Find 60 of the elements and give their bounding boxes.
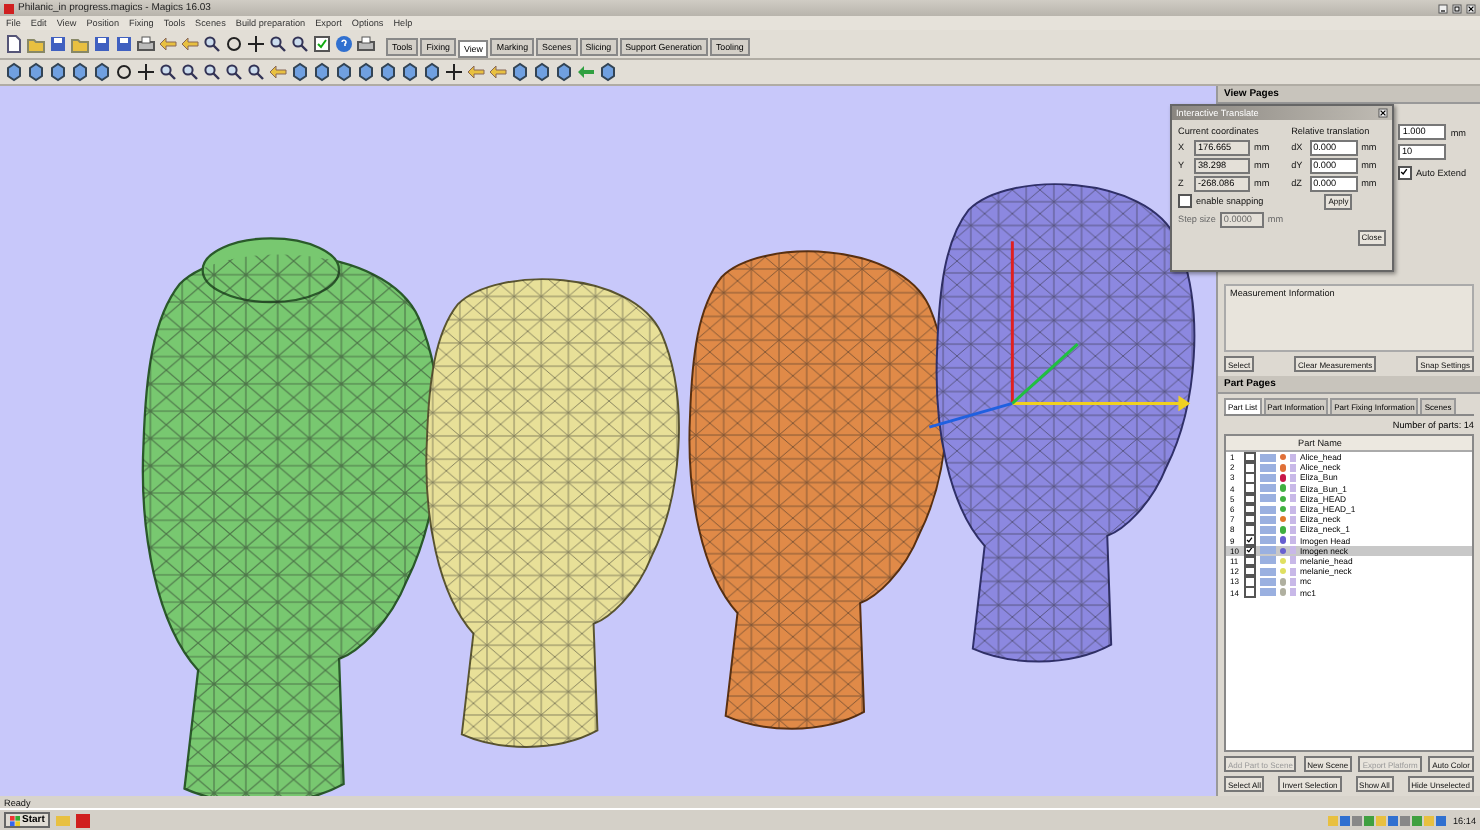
restore-icon[interactable] [1452, 3, 1462, 13]
app-icon [4, 3, 14, 13]
color-dot[interactable] [1279, 484, 1286, 492]
color-dot[interactable] [1279, 474, 1286, 482]
move-icon[interactable] [444, 62, 464, 82]
magnifier-icon[interactable] [202, 62, 222, 82]
magnifier-icon[interactable] [224, 62, 244, 82]
minimize-icon[interactable] [1438, 3, 1448, 13]
document-icon[interactable] [4, 34, 24, 54]
checkbox[interactable] [1244, 565, 1255, 577]
magnifier-icon[interactable] [246, 62, 266, 82]
folder-icon[interactable] [70, 34, 90, 54]
color-dot[interactable] [1279, 536, 1286, 544]
color-dot[interactable] [1279, 578, 1286, 586]
flag-icon [10, 815, 20, 825]
checklist-icon[interactable] [312, 34, 332, 54]
checkbox[interactable] [1178, 194, 1192, 208]
color-dot[interactable] [1279, 453, 1286, 461]
checkbox[interactable] [1244, 534, 1255, 546]
checkbox[interactable] [1397, 165, 1412, 179]
color-dot[interactable] [1279, 515, 1286, 523]
color-dot[interactable] [1279, 588, 1286, 596]
checkbox[interactable] [1244, 493, 1255, 505]
printer-icon[interactable] [136, 34, 156, 54]
save-icon[interactable] [48, 34, 68, 54]
color-dot[interactable] [1279, 495, 1286, 503]
checkbox[interactable] [1244, 451, 1255, 463]
checkbox[interactable] [1244, 513, 1255, 525]
save-icon[interactable] [92, 34, 112, 54]
checkbox[interactable] [1244, 545, 1255, 557]
checkbox[interactable] [1244, 472, 1255, 484]
color-dot[interactable] [1279, 547, 1286, 555]
close-icon[interactable] [1466, 3, 1476, 13]
checkbox[interactable] [1244, 576, 1255, 588]
color-dot[interactable] [1279, 464, 1286, 472]
move-icon[interactable] [136, 62, 156, 82]
color-dot[interactable] [1279, 567, 1286, 575]
magnifier-icon[interactable] [268, 34, 288, 54]
checkbox[interactable] [1244, 462, 1255, 474]
axis-gizmo-drawing[interactable] [928, 241, 1191, 429]
color-dot[interactable] [1279, 557, 1286, 565]
magnifier-icon[interactable] [158, 62, 178, 82]
arrow-icon[interactable] [268, 62, 288, 82]
magnifier-icon[interactable] [290, 34, 310, 54]
move-icon[interactable] [246, 34, 266, 54]
tray-icons[interactable] [1327, 813, 1447, 827]
magnifier-icon[interactable] [180, 62, 200, 82]
checkbox[interactable] [1244, 482, 1255, 494]
checkbox[interactable] [1244, 555, 1255, 567]
checkbox[interactable] [1244, 524, 1255, 536]
checkbox[interactable] [1244, 586, 1255, 598]
close-icon[interactable] [1378, 108, 1388, 118]
help-icon[interactable] [334, 34, 354, 54]
color-dot[interactable] [1279, 526, 1286, 534]
checkbox[interactable] [1244, 503, 1255, 515]
color-dot[interactable] [1279, 505, 1286, 513]
app-icon[interactable] [76, 813, 91, 827]
save-icon[interactable] [114, 34, 134, 54]
magnifier-icon[interactable] [202, 34, 222, 54]
printer-icon[interactable] [356, 34, 376, 54]
